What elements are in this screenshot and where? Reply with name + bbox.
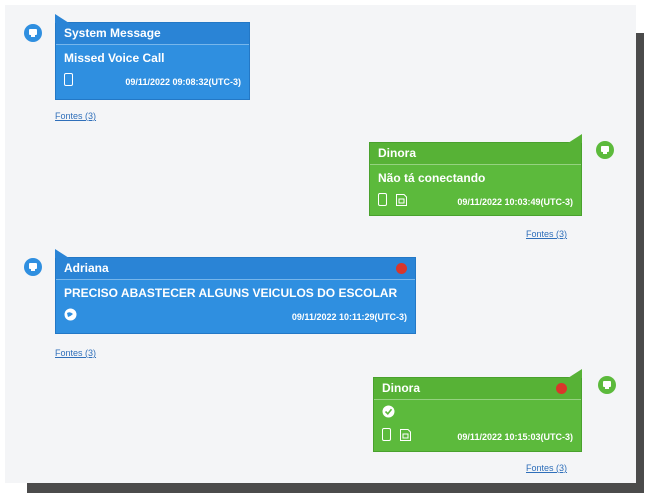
message-text: PRECISO ABASTECER ALGUNS VEICULOS DO ESC… [64,286,398,300]
message-timestamp: 09/11/2022 10:03:49(UTC-3) [457,197,573,207]
phone-icon [378,192,387,214]
message-bubble[interactable]: Dinora Não tá conectando 09/11/2022 10:0… [369,134,582,216]
message-footer: 09/11/2022 10:03:49(UTC-3) [370,191,581,213]
message-timestamp: 09/11/2022 10:15:03(UTC-3) [457,432,573,442]
sim-card-icon [399,427,411,449]
bubble-tail [55,14,69,23]
message-sender: Dinora [382,381,421,395]
message-bubble[interactable]: System Message Missed Voice Call 09/11/2… [55,14,250,100]
message-bubble[interactable]: Adriana PRECISO ABASTECER ALGUNS VEICULO… [55,249,416,334]
phone-icon [382,427,391,449]
message-text: Não tá conectando [378,171,486,185]
fontes-link[interactable]: Fontes (3) [55,111,96,121]
message-text: Missed Voice Call [64,51,165,65]
message-sender: Adriana [64,261,109,275]
check-badge-icon [382,401,395,427]
message-footer: 09/11/2022 10:11:29(UTC-3) [56,306,415,328]
message-sender: Dinora [370,143,581,164]
message-footer: 09/11/2022 09:08:32(UTC-3) [56,71,249,93]
message-sender: System Message [56,23,249,44]
bubble-tail [568,134,582,143]
contact-avatar-icon [598,376,616,394]
unread-indicator [396,263,407,274]
message-attachment[interactable] [374,400,581,426]
message-timestamp: 09/11/2022 10:11:29(UTC-3) [291,312,407,322]
message-timestamp: 09/11/2022 09:08:32(UTC-3) [125,77,241,87]
unread-indicator [556,383,567,394]
fontes-link[interactable]: Fontes (3) [526,229,567,239]
panel-shadow-bottom [27,483,644,493]
bubble-tail [568,369,582,378]
contact-avatar-icon [24,24,42,42]
bubble-tail [55,249,69,258]
fontes-link[interactable]: Fontes (3) [526,463,567,473]
fontes-link[interactable]: Fontes (3) [55,348,96,358]
panel-shadow-right [636,33,644,493]
message-footer: 09/11/2022 10:15:03(UTC-3) [374,426,581,448]
contact-avatar-icon [596,141,614,159]
contact-avatar-icon [24,258,42,276]
globe-icon [64,307,77,329]
message-bubble[interactable]: Dinora 09/11/2022 10:15:03(UTC-3) [373,369,582,452]
sim-card-icon [395,192,407,214]
message-header: Adriana [56,258,415,279]
message-header: Dinora [374,378,581,399]
phone-icon [64,72,73,94]
